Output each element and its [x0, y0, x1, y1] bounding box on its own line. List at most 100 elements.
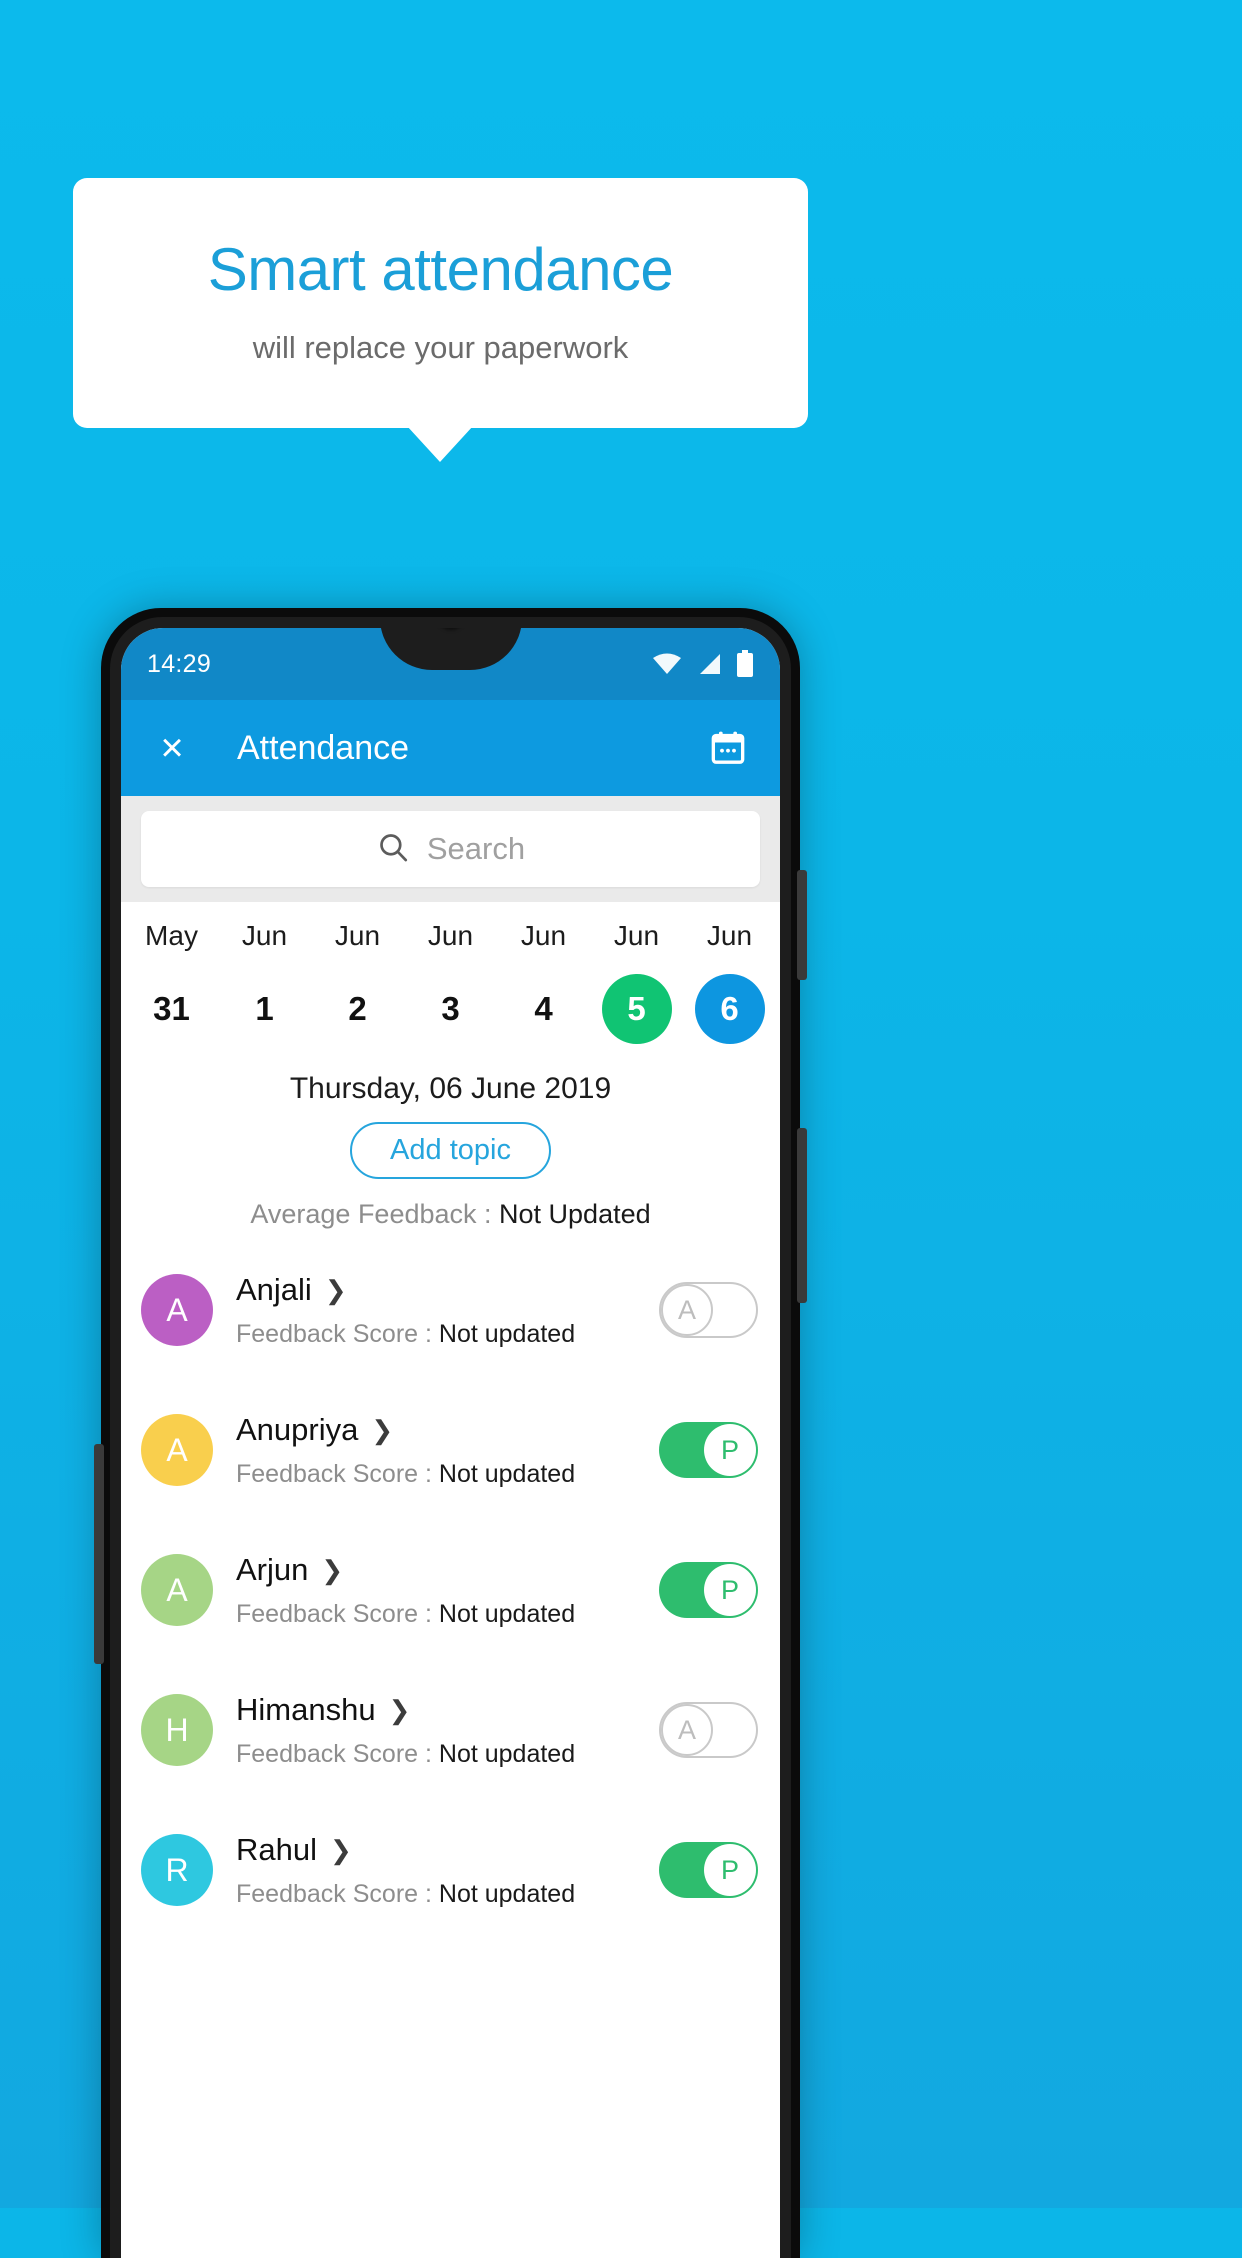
date-cell[interactable]: Jun 6	[683, 920, 776, 1044]
calendar-icon[interactable]	[706, 726, 750, 770]
date-month: Jun	[520, 920, 567, 951]
app-bar: × Attendance	[121, 700, 780, 796]
avatar: H	[141, 1694, 213, 1766]
feedback-score-label: Feedback Score :	[236, 1879, 439, 1908]
attendance-toggle-knob: A	[661, 1284, 713, 1336]
feedback-score-label: Feedback Score :	[236, 1599, 439, 1628]
feedback-score-value: Not updated	[438, 1739, 576, 1768]
chevron-right-icon[interactable]: ❯	[321, 1557, 343, 1583]
student-row[interactable]: R Rahul ❯ Feedback Score : Not updated P	[121, 1800, 780, 1940]
selected-day-label: Thursday, 06 June 2019	[289, 1072, 612, 1105]
date-strip: May 31 Jun 1 Jun 2 Jun 3 Jun 4 Jun 5 Jun 6	[121, 902, 780, 1050]
search-icon	[376, 830, 410, 869]
promo-subtitle: will replace your paperwork	[252, 330, 629, 365]
feedback-score-value: Not updated	[438, 1879, 576, 1908]
feedback-score-value: Not updated	[438, 1319, 576, 1348]
status-bar: 14:29	[121, 628, 780, 700]
feedback-score-label: Feedback Score :	[236, 1459, 439, 1488]
search-section: Search	[121, 796, 780, 902]
attendance-toggle[interactable]: P	[659, 1562, 758, 1618]
attendance-toggle-knob: P	[704, 1424, 756, 1476]
date-cell[interactable]: Jun 5	[590, 920, 683, 1044]
phone-screen: 14:29 × Attendance Search May 31 Jun 1 J…	[121, 628, 780, 2258]
attendance-toggle-knob: A	[661, 1704, 713, 1756]
average-feedback-value: Not Updated	[499, 1199, 651, 1229]
avatar: A	[141, 1554, 213, 1626]
attendance-toggle[interactable]: A	[659, 1702, 758, 1758]
student-name-line[interactable]: Anjali ❯	[236, 1272, 659, 1308]
avatar: A	[141, 1414, 213, 1486]
status-icons	[652, 650, 754, 678]
date-day-number[interactable]: 6	[694, 974, 765, 1044]
chevron-right-icon[interactable]: ❯	[371, 1417, 393, 1443]
avatar: R	[141, 1834, 213, 1906]
average-feedback: Average Feedback : Not Updated	[121, 1199, 780, 1230]
feedback-score-value: Not updated	[438, 1459, 576, 1488]
student-info: Himanshu ❯ Feedback Score : Not updated	[236, 1692, 659, 1769]
date-day-number[interactable]: 5	[601, 974, 672, 1044]
date-cell[interactable]: Jun 1	[218, 920, 311, 1044]
attendance-toggle[interactable]: P	[659, 1422, 758, 1478]
student-feedback-score: Feedback Score : Not updated	[236, 1740, 659, 1769]
date-day-number[interactable]: 1	[230, 974, 300, 1044]
assistant-button[interactable]	[94, 1444, 104, 1664]
student-info: Arjun ❯ Feedback Score : Not updated	[236, 1552, 659, 1629]
student-name: Anupriya	[236, 1411, 359, 1447]
feedback-score-label: Feedback Score :	[236, 1319, 439, 1348]
student-feedback-score: Feedback Score : Not updated	[236, 1880, 659, 1909]
date-day-number[interactable]: 2	[323, 974, 393, 1044]
attendance-toggle[interactable]: P	[659, 1842, 758, 1898]
chevron-right-icon[interactable]: ❯	[389, 1697, 411, 1723]
student-row[interactable]: A Anjali ❯ Feedback Score : Not updated A	[121, 1240, 780, 1380]
date-month: Jun	[334, 920, 381, 951]
date-month: May	[145, 920, 198, 951]
wifi-icon	[652, 652, 682, 676]
date-day-number[interactable]: 31	[137, 974, 207, 1044]
date-month: Jun	[613, 920, 660, 951]
student-info: Anupriya ❯ Feedback Score : Not updated	[236, 1412, 659, 1489]
add-topic-button[interactable]: Add topic	[350, 1122, 551, 1179]
student-row[interactable]: H Himanshu ❯ Feedback Score : Not updated A	[121, 1660, 780, 1800]
power-button[interactable]	[797, 870, 807, 980]
date-month: Jun	[427, 920, 474, 951]
student-row[interactable]: A Anupriya ❯ Feedback Score : Not updated P	[121, 1380, 780, 1520]
promo-card: Smart attendance will replace your paper…	[73, 178, 808, 428]
date-month: Jun	[706, 920, 753, 951]
feedback-score-label: Feedback Score :	[236, 1739, 439, 1768]
feedback-score-value: Not updated	[438, 1599, 576, 1628]
student-feedback-score: Feedback Score : Not updated	[236, 1600, 659, 1629]
average-feedback-label: Average Feedback :	[250, 1199, 500, 1229]
date-cell[interactable]: Jun 2	[311, 920, 404, 1044]
search-input[interactable]: Search	[141, 811, 760, 887]
date-day-number[interactable]: 3	[416, 974, 486, 1044]
student-name-line[interactable]: Rahul ❯	[236, 1832, 659, 1868]
chevron-right-icon[interactable]: ❯	[325, 1277, 347, 1303]
student-name-line[interactable]: Himanshu ❯	[236, 1692, 659, 1728]
status-time: 14:29	[147, 649, 212, 678]
date-cell[interactable]: May 31	[125, 920, 218, 1044]
date-cell[interactable]: Jun 3	[404, 920, 497, 1044]
date-cell[interactable]: Jun 4	[497, 920, 590, 1044]
page-title: Attendance	[237, 728, 410, 767]
avatar: A	[141, 1274, 213, 1346]
student-list: A Anjali ❯ Feedback Score : Not updated A A An…	[121, 1240, 780, 1940]
battery-icon	[736, 650, 754, 678]
search-placeholder: Search	[426, 831, 526, 866]
phone-mockup: 14:29 × Attendance Search May 31 Jun 1 J…	[94, 608, 807, 2258]
student-name: Anjali	[236, 1271, 312, 1307]
student-row[interactable]: A Arjun ❯ Feedback Score : Not updated P	[121, 1520, 780, 1660]
student-name-line[interactable]: Anupriya ❯	[236, 1412, 659, 1448]
attendance-toggle-knob: P	[704, 1844, 756, 1896]
attendance-toggle[interactable]: A	[659, 1282, 758, 1338]
promo-card-tail	[407, 426, 473, 462]
date-day-number[interactable]: 4	[509, 974, 579, 1044]
student-name: Arjun	[236, 1551, 309, 1587]
close-icon[interactable]: ×	[151, 727, 193, 769]
chevron-right-icon[interactable]: ❯	[330, 1837, 352, 1863]
promo-title: Smart attendance	[207, 236, 674, 303]
student-name: Rahul	[236, 1831, 317, 1867]
add-topic-section: Add topic	[121, 1122, 780, 1179]
volume-button[interactable]	[797, 1128, 807, 1303]
student-feedback-score: Feedback Score : Not updated	[236, 1320, 659, 1349]
student-name-line[interactable]: Arjun ❯	[236, 1552, 659, 1588]
